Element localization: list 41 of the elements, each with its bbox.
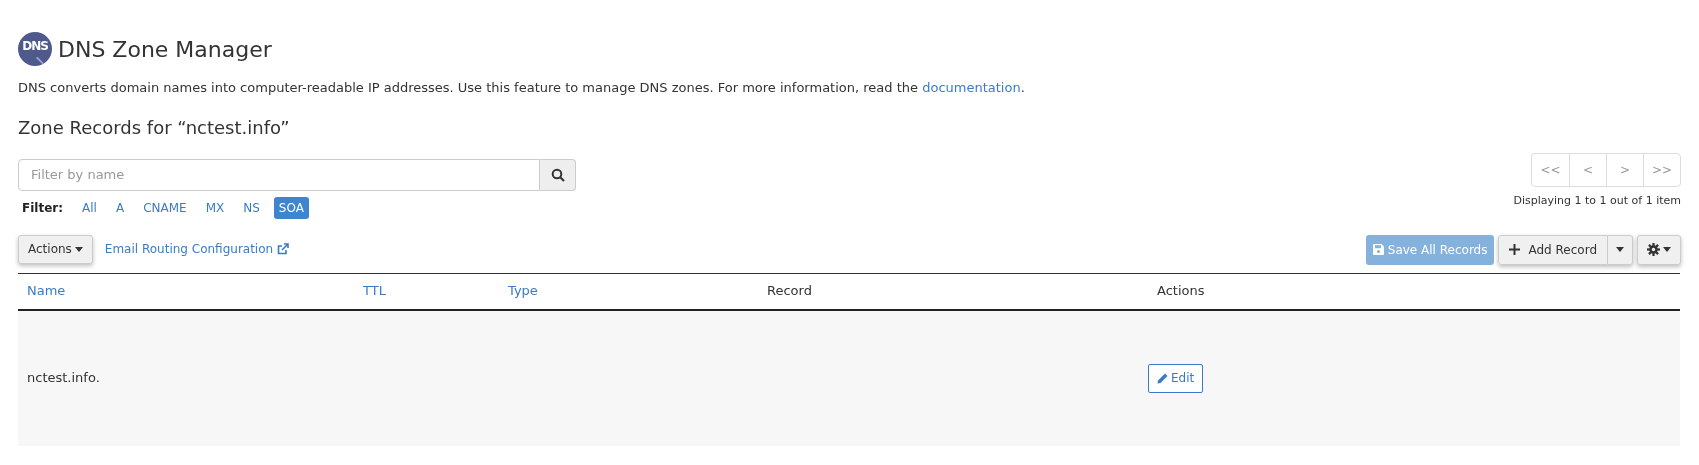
table-cell: nctest.info.	[27, 370, 100, 386]
caret-icon	[74, 246, 83, 252]
filter-option[interactable]: All	[77, 196, 102, 219]
cursor-icon	[36, 56, 45, 65]
zone-heading: Zone Records for “nctest.info”	[18, 115, 291, 140]
pagination-summary: Displaying 1 to 1 out of 1 item	[1513, 192, 1681, 209]
filter-option[interactable]: MX	[200, 196, 230, 219]
logo-text: DNS	[22, 40, 48, 52]
column-header[interactable]: Type	[508, 283, 538, 299]
column-header[interactable]: Name	[27, 283, 66, 299]
actions-dropdown-button[interactable]: Actions	[18, 234, 93, 264]
add-record-dropdown-button[interactable]	[1608, 234, 1633, 265]
pagination-button[interactable]: <<	[1532, 153, 1569, 186]
filter-option[interactable]: NS	[238, 196, 265, 219]
filter-option[interactable]: SOA	[273, 196, 309, 219]
column-header[interactable]: TTL	[363, 283, 386, 299]
column-header: Actions	[1157, 283, 1205, 299]
email-routing-link[interactable]: Email Routing Configuration	[104, 240, 290, 258]
save-icon	[1372, 244, 1384, 255]
pencil-icon	[1157, 372, 1168, 384]
filter-option[interactable]: CNAME	[138, 196, 192, 219]
pagination-button[interactable]: >	[1606, 153, 1643, 186]
settings-dropdown-button[interactable]	[1637, 234, 1681, 265]
add-record-button[interactable]: Add Record	[1498, 234, 1608, 265]
search-icon	[550, 167, 565, 182]
pagination-button[interactable]: <	[1569, 153, 1606, 186]
caret-icon	[1616, 247, 1624, 252]
description-text: DNS converts domain names into computer-readable IP addresses. Use this feature to manage DNS zones. For more information, read the documentation.	[18, 79, 1026, 97]
plus-icon	[1509, 244, 1521, 255]
pagination-button[interactable]: >>	[1643, 153, 1680, 186]
search-field[interactable]: Filter by name	[18, 158, 540, 191]
filter-label: Filter:	[22, 199, 63, 217]
settings-icon	[1647, 243, 1660, 256]
filter-option[interactable]: A	[110, 196, 130, 219]
documentation-link[interactable]: documentation	[922, 80, 1021, 95]
page-title: DNS Zone Manager	[58, 35, 272, 64]
edit-button[interactable]: Edit	[1148, 363, 1204, 393]
caret-icon	[1663, 247, 1671, 252]
column-header: Record	[767, 283, 812, 299]
external-link-icon	[277, 243, 290, 255]
search-button[interactable]	[540, 158, 576, 191]
